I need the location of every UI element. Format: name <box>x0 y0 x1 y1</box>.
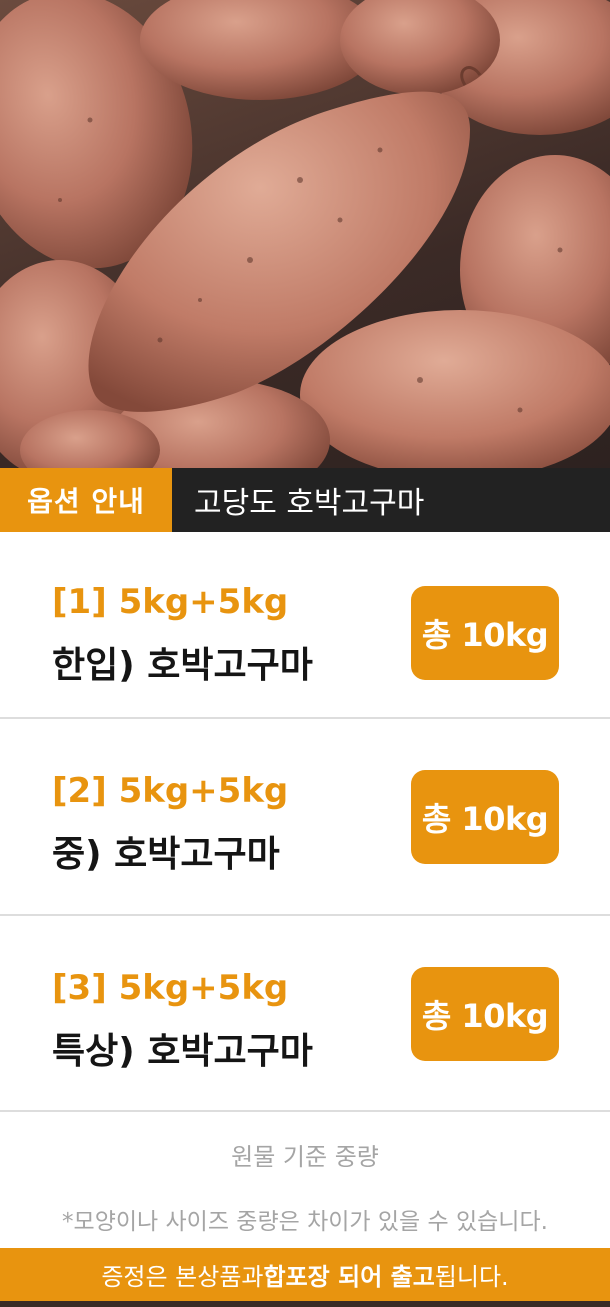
option-name: 특상) 호박고구마 <box>52 1031 313 1072</box>
option-code: [3] 5kg+5kg <box>52 968 289 1008</box>
disclaimer-note: *모양이나 사이즈 중량은 차이가 있을 수 있습니다. <box>62 1209 548 1235</box>
gift-text-3: 됩니다. <box>434 1263 509 1291</box>
option-header: 옵션 안내 고당도 호박고구마 <box>0 468 610 532</box>
option-code: [2] 5kg+5kg <box>52 771 289 811</box>
hero-photo <box>0 0 610 468</box>
option-row: [1] 5kg+5kg 한입) 호박고구마 총 10kg <box>0 532 610 719</box>
option-name: 한입) 호박고구마 <box>52 645 313 686</box>
gift-banner: 증정은 본상품과 합포장 되어 출고 됩니다. <box>0 1248 610 1301</box>
total-weight-badge: 총 10kg <box>411 586 559 680</box>
gift-text-2: 합포장 되어 출고 <box>263 1263 435 1291</box>
gift-text-1: 증정은 본상품과 <box>101 1263 264 1291</box>
option-guide-tag: 옵션 안내 <box>0 468 172 532</box>
bottom-photo-strip <box>0 1301 610 1307</box>
option-row: [2] 5kg+5kg 중) 호박고구마 총 10kg <box>0 719 610 916</box>
option-row: [3] 5kg+5kg 특상) 호박고구마 총 10kg <box>0 916 610 1112</box>
option-name: 중) 호박고구마 <box>52 834 280 875</box>
sweet-potato-illustration <box>0 0 610 468</box>
total-weight-badge: 총 10kg <box>411 967 559 1061</box>
total-weight-badge: 총 10kg <box>411 770 559 864</box>
option-code: [1] 5kg+5kg <box>52 582 289 622</box>
product-title: 고당도 호박고구마 <box>172 468 610 532</box>
weight-basis-note: 원물 기준 중량 <box>231 1143 379 1171</box>
